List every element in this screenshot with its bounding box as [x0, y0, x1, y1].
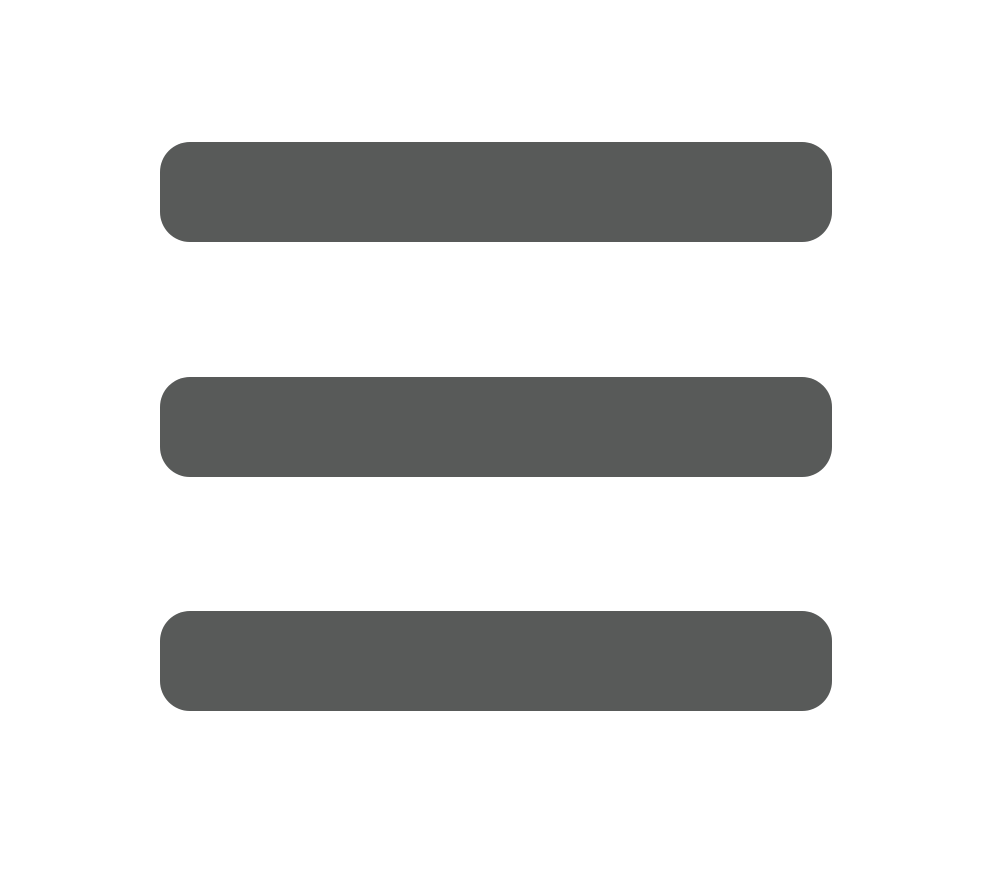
menu-button[interactable]: [0, 0, 1000, 887]
menu-icon-bar-bottom: [160, 611, 832, 711]
menu-icon-bar-middle: [160, 377, 832, 477]
icon-canvas: [0, 0, 1000, 887]
hamburger-menu-icon: [160, 142, 832, 714]
menu-icon-bar-top: [160, 142, 832, 242]
